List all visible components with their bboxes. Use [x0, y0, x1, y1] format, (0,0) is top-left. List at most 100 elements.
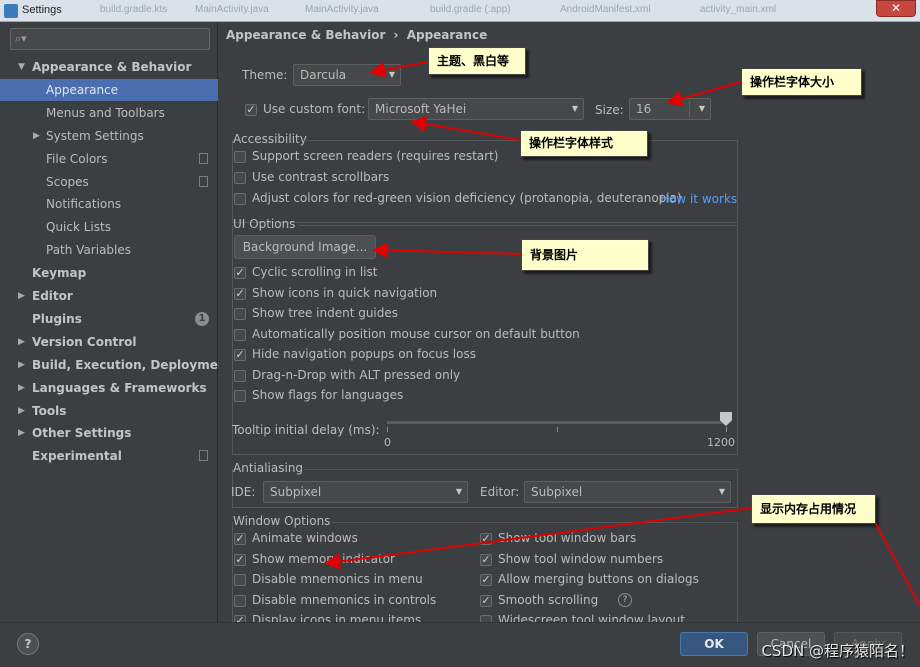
sidebar-item[interactable]: ▶ Tools: [0, 400, 218, 422]
window-option-checkbox[interactable]: ✓: [480, 574, 492, 586]
sidebar-item[interactable]: ▶ Version Control: [0, 331, 218, 353]
chevron-down-icon: ▼: [571, 104, 578, 113]
sidebar-item-label: Scopes: [46, 174, 89, 189]
breadcrumb-separator: ›: [393, 28, 399, 42]
sidebar-item-label: Notifications: [46, 197, 122, 212]
close-button[interactable]: ✕: [876, 0, 916, 17]
chevron-right-icon: ▶: [18, 405, 25, 416]
theme-value: Darcula: [300, 68, 347, 82]
theme-select[interactable]: Darcula ▼: [293, 64, 401, 86]
slider-tick: [557, 427, 558, 432]
help-button[interactable]: ?: [17, 633, 39, 655]
window-option-checkbox[interactable]: ✓: [234, 615, 246, 622]
sidebar-item[interactable]: Notifications: [0, 193, 218, 215]
sidebar-item[interactable]: ▶ Editor: [0, 285, 218, 307]
ui-option-label: Drag-n-Drop with ALT pressed only: [252, 367, 461, 382]
sidebar-item[interactable]: ▶ Other Settings: [0, 422, 218, 444]
combo-separator: [689, 101, 690, 117]
window-option-checkbox[interactable]: [480, 615, 492, 622]
ui-option-checkbox[interactable]: [234, 308, 246, 320]
divider: [304, 469, 737, 470]
app-icon: [4, 4, 18, 18]
sidebar-item[interactable]: Menus and Toolbars: [0, 102, 218, 124]
chevron-down-icon: ▼: [18, 62, 25, 72]
window-title: Settings: [22, 4, 62, 16]
accessibility-option-label: Use contrast scrollbars: [252, 170, 390, 184]
window-option-checkbox[interactable]: ✓: [234, 533, 246, 545]
memory-callout: 显示内存占用情况: [751, 494, 876, 524]
sidebar-item-label: Quick Lists: [46, 220, 111, 235]
window-option-label: Animate windows: [252, 531, 358, 545]
size-label: Size:: [595, 103, 624, 117]
window-option-label: Allow merging buttons on dialogs: [498, 572, 699, 586]
sidebar-item[interactable]: ▶ Build, Execution, Deployment: [0, 354, 232, 376]
window-option-checkbox[interactable]: ✓: [480, 533, 492, 545]
window-option-checkbox[interactable]: ✓: [234, 553, 246, 566]
antialiasing-title: Antialiasing: [233, 461, 304, 475]
sidebar-item[interactable]: ▼ Appearance & Behavior: [0, 56, 218, 78]
window-option-checkbox[interactable]: ✓: [480, 553, 492, 566]
ui-option-checkbox[interactable]: ✓: [234, 287, 246, 300]
search-input[interactable]: ⌕▾: [10, 28, 210, 50]
background-tab: AndroidManifest.xml: [560, 4, 651, 15]
sidebar-item[interactable]: Plugins 1: [0, 308, 218, 330]
sidebar-item[interactable]: File Colors: [0, 148, 218, 170]
chevron-right-icon: ▶: [18, 428, 25, 439]
font-size-callout: 操作栏字体大小: [741, 68, 862, 96]
tooltip-delay-slider[interactable]: [387, 421, 727, 424]
custom-font-label: Use custom font:: [263, 102, 366, 116]
ui-option-label: Hide navigation popups on focus loss: [252, 347, 476, 361]
font-size-select[interactable]: 16 ▼: [629, 98, 711, 120]
how-it-works-link[interactable]: How it works: [660, 192, 737, 206]
chevron-right-icon: ▶: [18, 382, 25, 393]
ui-option-label: Show flags for languages: [252, 388, 404, 402]
sidebar-item[interactable]: Experimental: [0, 445, 218, 467]
ui-option-checkbox[interactable]: [234, 328, 246, 341]
window-option-label: Disable mnemonics in controls: [252, 592, 437, 607]
window-option-label: Widescreen tool window layout: [498, 613, 685, 622]
chevron-down-icon: ▼: [698, 104, 705, 113]
watermark: CSDN @程序猿陌名！: [761, 642, 914, 660]
sidebar-item[interactable]: Keymap: [0, 262, 218, 284]
sidebar-item-label: Tools: [32, 403, 67, 418]
ui-option-label: Cyclic scrolling in list: [252, 265, 378, 279]
window-options-title: Window Options: [233, 514, 331, 528]
ui-option-checkbox[interactable]: ✓: [234, 349, 246, 361]
font-select[interactable]: Microsoft YaHei ▼: [368, 98, 584, 120]
ui-option-checkbox[interactable]: [234, 369, 246, 382]
sidebar-item-label: Languages & Frameworks: [32, 380, 207, 395]
chevron-down-icon: ▼: [718, 487, 725, 496]
theme-callout: 主题、黑白等: [428, 47, 526, 75]
ui-option-checkbox[interactable]: ✓: [234, 267, 246, 279]
breadcrumb: Appearance & Behavior › Appearance: [226, 28, 487, 42]
editor-antialiasing-select[interactable]: Subpixel ▼: [524, 481, 731, 503]
sidebar-item[interactable]: ▶ Languages & Frameworks: [0, 377, 218, 399]
window-option-checkbox[interactable]: [234, 574, 246, 586]
breadcrumb-parent[interactable]: Appearance & Behavior: [226, 28, 385, 42]
chevron-right-icon: ▶: [18, 336, 25, 347]
sidebar-item[interactable]: ▶ System Settings: [0, 125, 218, 147]
notification-badge: 1: [195, 311, 209, 326]
slider-tick: [726, 427, 727, 432]
background-image-button[interactable]: Background Image...: [234, 235, 376, 259]
custom-font-checkbox[interactable]: ✓: [245, 104, 257, 116]
ide-antialiasing-value: Subpixel: [270, 485, 322, 499]
ide-antialiasing-select[interactable]: Subpixel ▼: [263, 481, 468, 503]
background-tab: MainActivity.java: [195, 4, 269, 15]
help-icon[interactable]: ?: [618, 592, 632, 607]
chevron-right-icon: ▶: [33, 130, 40, 141]
sidebar-item[interactable]: Path Variables: [0, 239, 218, 261]
accessibility-option-checkbox[interactable]: [234, 172, 246, 184]
ok-button[interactable]: OK: [680, 632, 748, 656]
settings-sidebar: ⌕▾ ▼ Appearance & Behavior Appearance Menus…: [0, 22, 232, 622]
accessibility-option-checkbox[interactable]: [234, 193, 246, 205]
sidebar-item-label: Build, Execution, Deployment: [32, 357, 233, 372]
ui-option-checkbox[interactable]: [234, 390, 246, 402]
sidebar-item[interactable]: Scopes: [0, 171, 218, 193]
window-option-label: Show tool window bars: [498, 531, 637, 545]
accessibility-option-checkbox[interactable]: [234, 151, 246, 163]
window-option-checkbox[interactable]: [234, 594, 246, 607]
window-option-checkbox[interactable]: ✓: [480, 594, 492, 607]
sidebar-item[interactable]: Appearance: [0, 78, 218, 101]
sidebar-item[interactable]: Quick Lists: [0, 216, 218, 238]
